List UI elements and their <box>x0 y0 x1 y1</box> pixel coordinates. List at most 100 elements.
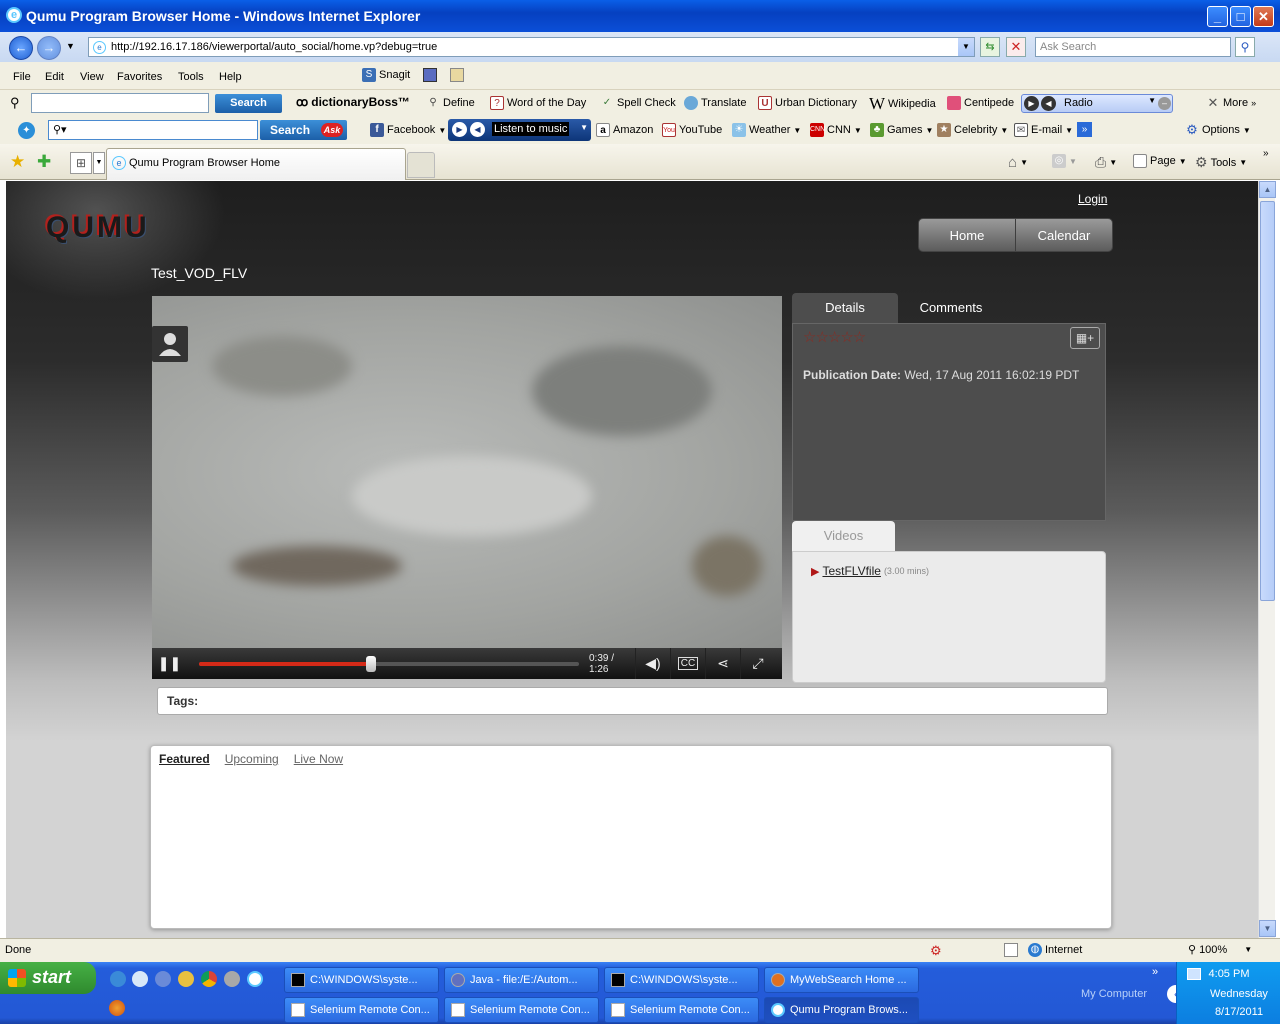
menu-favorites[interactable]: Favorites <box>117 71 162 83</box>
pause-button[interactable]: ❚❚ <box>152 648 187 679</box>
games-button[interactable]: ♣ Games ▼ <box>870 123 933 137</box>
music-volume-icon[interactable]: ◀ <box>470 122 485 137</box>
centipede-button[interactable]: Centipede <box>947 96 1014 110</box>
home-button[interactable]: ⌂ ▼ <box>1008 154 1028 171</box>
minimize-button[interactable]: _ <box>1207 6 1228 27</box>
favorites-star-icon[interactable]: ★ <box>10 152 25 172</box>
taskbar-cmd-2[interactable]: C:\WINDOWS\syste... <box>604 967 759 993</box>
menu-help[interactable]: Help <box>219 71 242 83</box>
menu-edit[interactable]: Edit <box>45 71 64 83</box>
tab-featured[interactable]: Featured <box>159 752 210 766</box>
tab-live-now[interactable]: Live Now <box>294 752 343 766</box>
amazon-button[interactable]: a Amazon <box>596 123 653 137</box>
listen-to-music-widget[interactable]: ▶ ◀ Listen to music ▼ <box>448 119 591 141</box>
translate-button[interactable]: Translate <box>684 96 746 110</box>
ie-quicklaunch-icon[interactable] <box>247 971 263 987</box>
taskbar-cmd-1[interactable]: C:\WINDOWS\syste... <box>284 967 439 993</box>
mywebsearch-icon[interactable]: ✦ <box>18 122 35 139</box>
snagit-button[interactable]: S Snagit <box>362 68 410 82</box>
dictionary-search-button[interactable]: Search <box>215 94 282 113</box>
email-button[interactable]: ✉ E-mail ▼ <box>1014 123 1073 137</box>
tab-details[interactable]: Details <box>792 293 898 324</box>
taskbar-java[interactable]: Java - file:/E:/Autom... <box>444 967 599 993</box>
volume-icon[interactable]: ◀) <box>635 648 670 679</box>
more-button[interactable]: ✕ More» <box>1206 96 1257 110</box>
share-icon[interactable]: ⋖ <box>705 648 740 679</box>
menu-view[interactable]: View <box>80 71 104 83</box>
zoom-level[interactable]: ⚲ 100% ▼ <box>1188 943 1252 957</box>
qumu-logo[interactable]: QUMU <box>46 211 150 245</box>
celebrity-button[interactable]: ★ Celebrity ▼ <box>937 123 1008 137</box>
dictionary-search-input[interactable] <box>31 93 209 113</box>
weather-button[interactable]: ☀ Weather ▼ <box>732 123 801 137</box>
my-computer-label[interactable]: My Computer <box>1081 988 1147 1000</box>
quicklaunch-icon[interactable] <box>132 971 148 987</box>
nav-home[interactable]: Home <box>919 219 1015 251</box>
feeds-button[interactable]: ◎ ▼ <box>1052 154 1077 168</box>
cnn-button[interactable]: CNN CNN ▼ <box>810 123 862 137</box>
login-link[interactable]: Login <box>1078 192 1107 206</box>
music-dropdown-icon[interactable]: ▼ <box>580 123 588 132</box>
tools-menu-button[interactable]: ⚙ Tools ▼ <box>1195 154 1247 171</box>
wikipedia-button[interactable]: W Wikipedia <box>869 94 936 114</box>
radio-widget[interactable]: ▶ ◀ Radio ▼ – <box>1021 94 1173 113</box>
maximize-button[interactable]: □ <box>1230 6 1251 27</box>
ask-search-button[interactable]: Search Ask <box>260 120 347 140</box>
tab-qumu-home[interactable]: e Qumu Program Browser Home <box>106 148 406 180</box>
rating-stars[interactable]: ☆☆☆☆☆ <box>803 328 866 346</box>
video-player[interactable] <box>152 296 782 648</box>
close-button[interactable]: ✕ <box>1253 6 1274 27</box>
search-go-icon[interactable]: ⚲ <box>1235 37 1255 57</box>
vertical-scrollbar[interactable]: ▲ ▼ <box>1258 181 1276 938</box>
add-favorites-icon[interactable]: ✚ <box>37 152 51 172</box>
firefox-icon[interactable] <box>109 1000 125 1016</box>
progress-bar[interactable] <box>199 655 579 672</box>
volume-icon[interactable]: ◀ <box>1041 96 1056 111</box>
back-button[interactable]: ← <box>9 36 33 60</box>
youtube-button[interactable]: You YouTube <box>662 123 722 137</box>
ask-toolbar-input[interactable]: ⚲▾ <box>48 120 258 140</box>
taskbar-mywebsearch[interactable]: MyWebSearch Home ... <box>764 967 919 993</box>
scroll-up-icon[interactable]: ▲ <box>1259 181 1276 198</box>
user-avatar-icon[interactable] <box>152 326 188 362</box>
taskbar-selenium-1[interactable]: Selenium Remote Con... <box>284 997 439 1023</box>
quicklaunch-icon[interactable] <box>155 971 171 987</box>
scroll-down-icon[interactable]: ▼ <box>1259 920 1276 937</box>
chevron-right-icon[interactable]: » <box>1263 148 1269 159</box>
dictionaryboss-logo[interactable]: ꝏ dictionaryBoss™ <box>296 95 410 109</box>
tab-list-dropdown-icon[interactable]: ▼ <box>93 152 105 174</box>
play-icon[interactable]: ▶ <box>1024 96 1039 111</box>
quicklaunch-icon[interactable] <box>178 971 194 987</box>
closed-caption-icon[interactable]: CC <box>670 648 705 679</box>
history-dropdown-icon[interactable]: ▼ <box>66 41 75 51</box>
video-list-item[interactable]: ▶ TestFLVfile (3.00 mins) <box>811 564 929 578</box>
url-dropdown-icon[interactable]: ▼ <box>958 38 974 56</box>
radio-dropdown-icon[interactable]: ▼ <box>1148 96 1156 105</box>
protected-mode-icon[interactable] <box>1004 943 1018 957</box>
scroll-thumb[interactable] <box>1260 201 1275 601</box>
taskbar-selenium-2[interactable]: Selenium Remote Con... <box>444 997 599 1023</box>
word-of-day-button[interactable]: ? Word of the Day <box>490 96 586 110</box>
tab-comments[interactable]: Comments <box>898 293 1004 324</box>
popup-blocker-icon[interactable]: ⚙ <box>930 943 942 959</box>
address-bar[interactable]: e http://192.16.17.186/viewerportal/auto… <box>88 37 975 57</box>
tab-upcoming[interactable]: Upcoming <box>225 752 279 766</box>
menu-file[interactable]: File <box>13 71 31 83</box>
clock-time[interactable]: 4:05 PM <box>1177 968 1280 980</box>
options-button[interactable]: ⚙ Options ▼ <box>1185 123 1251 137</box>
quicklaunch-icon[interactable] <box>110 971 126 987</box>
add-to-playlist-icon[interactable]: ▦+ <box>1070 327 1100 349</box>
music-play-icon[interactable]: ▶ <box>452 122 467 137</box>
tab-videos[interactable]: Videos <box>792 521 895 552</box>
ask-search-input[interactable]: Ask Search <box>1035 37 1231 57</box>
radio-close-icon[interactable]: – <box>1158 97 1171 110</box>
spell-check-button[interactable]: ✓ Spell Check <box>600 96 676 110</box>
new-tab-button[interactable] <box>407 152 435 178</box>
define-button[interactable]: ⚲ Define <box>426 96 474 110</box>
progress-handle[interactable] <box>366 655 377 672</box>
refresh-icon[interactable]: ⇆ <box>980 37 1000 57</box>
nav-calendar[interactable]: Calendar <box>1015 219 1112 251</box>
snagit-capture-icon[interactable] <box>423 68 437 82</box>
print-button[interactable]: ⎙ ▼ <box>1095 154 1117 171</box>
menu-tools[interactable]: Tools <box>178 71 204 83</box>
